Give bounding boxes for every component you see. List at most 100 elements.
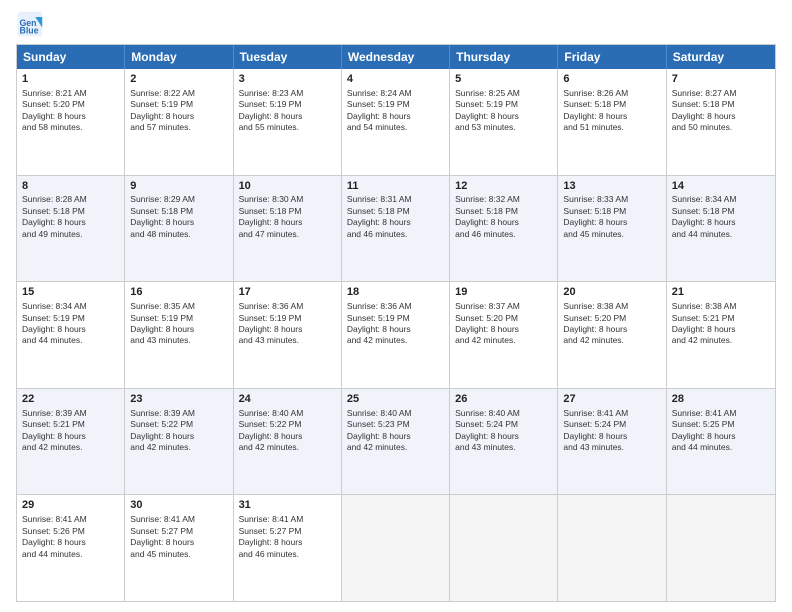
calendar-cell: 29Sunrise: 8:41 AMSunset: 5:26 PMDayligh… [17, 495, 125, 601]
cell-info-line: Sunset: 5:24 PM [455, 419, 552, 430]
cell-info-line: Sunset: 5:19 PM [130, 99, 227, 110]
cell-info-line: Daylight: 8 hours [239, 537, 336, 548]
cell-info-line: and 50 minutes. [672, 122, 770, 133]
cell-info-line: Daylight: 8 hours [130, 537, 227, 548]
cell-info-line: and 47 minutes. [239, 229, 336, 240]
calendar: SundayMondayTuesdayWednesdayThursdayFrid… [16, 44, 776, 602]
day-number: 25 [347, 392, 444, 407]
day-number: 2 [130, 72, 227, 87]
cell-info-line: Sunrise: 8:38 AM [672, 301, 770, 312]
calendar-cell [450, 495, 558, 601]
calendar-row: 15Sunrise: 8:34 AMSunset: 5:19 PMDayligh… [17, 281, 775, 388]
calendar-cell: 10Sunrise: 8:30 AMSunset: 5:18 PMDayligh… [234, 176, 342, 282]
cell-info-line: Sunset: 5:19 PM [347, 313, 444, 324]
cell-info-line: and 44 minutes. [22, 335, 119, 346]
day-number: 5 [455, 72, 552, 87]
cell-info-line: Daylight: 8 hours [347, 217, 444, 228]
day-number: 9 [130, 179, 227, 194]
day-number: 22 [22, 392, 119, 407]
calendar-cell: 20Sunrise: 8:38 AMSunset: 5:20 PMDayligh… [558, 282, 666, 388]
cell-info-line: Daylight: 8 hours [563, 431, 660, 442]
cell-info-line: Sunset: 5:20 PM [563, 313, 660, 324]
cell-info-line: Daylight: 8 hours [347, 324, 444, 335]
cell-info-line: Sunrise: 8:22 AM [130, 88, 227, 99]
cell-info-line: Sunset: 5:23 PM [347, 419, 444, 430]
calendar-cell: 11Sunrise: 8:31 AMSunset: 5:18 PMDayligh… [342, 176, 450, 282]
calendar-cell: 7Sunrise: 8:27 AMSunset: 5:18 PMDaylight… [667, 69, 775, 175]
calendar-cell: 23Sunrise: 8:39 AMSunset: 5:22 PMDayligh… [125, 389, 233, 495]
cell-info-line: Sunrise: 8:34 AM [22, 301, 119, 312]
calendar-cell: 2Sunrise: 8:22 AMSunset: 5:19 PMDaylight… [125, 69, 233, 175]
cell-info-line: Daylight: 8 hours [563, 217, 660, 228]
calendar-header: SundayMondayTuesdayWednesdayThursdayFrid… [17, 45, 775, 69]
day-number: 11 [347, 179, 444, 194]
calendar-cell: 16Sunrise: 8:35 AMSunset: 5:19 PMDayligh… [125, 282, 233, 388]
weekday-header: Wednesday [342, 45, 450, 69]
weekday-header: Thursday [450, 45, 558, 69]
cell-info-line: Sunset: 5:18 PM [672, 99, 770, 110]
day-number: 31 [239, 498, 336, 513]
cell-info-line: Sunset: 5:26 PM [22, 526, 119, 537]
cell-info-line: Daylight: 8 hours [455, 431, 552, 442]
cell-info-line: Sunset: 5:19 PM [239, 99, 336, 110]
cell-info-line: Sunset: 5:27 PM [130, 526, 227, 537]
calendar-cell: 9Sunrise: 8:29 AMSunset: 5:18 PMDaylight… [125, 176, 233, 282]
calendar-cell: 3Sunrise: 8:23 AMSunset: 5:19 PMDaylight… [234, 69, 342, 175]
calendar-cell: 4Sunrise: 8:24 AMSunset: 5:19 PMDaylight… [342, 69, 450, 175]
calendar-cell: 17Sunrise: 8:36 AMSunset: 5:19 PMDayligh… [234, 282, 342, 388]
calendar-cell [558, 495, 666, 601]
cell-info-line: Sunrise: 8:30 AM [239, 194, 336, 205]
day-number: 18 [347, 285, 444, 300]
cell-info-line: Sunset: 5:19 PM [455, 99, 552, 110]
cell-info-line: and 43 minutes. [239, 335, 336, 346]
cell-info-line: Daylight: 8 hours [22, 111, 119, 122]
cell-info-line: and 57 minutes. [130, 122, 227, 133]
page: Gen Blue SundayMondayTuesdayWednesdayThu… [0, 0, 792, 612]
cell-info-line: and 44 minutes. [672, 229, 770, 240]
calendar-cell: 5Sunrise: 8:25 AMSunset: 5:19 PMDaylight… [450, 69, 558, 175]
cell-info-line: and 53 minutes. [455, 122, 552, 133]
calendar-cell: 15Sunrise: 8:34 AMSunset: 5:19 PMDayligh… [17, 282, 125, 388]
calendar-cell: 22Sunrise: 8:39 AMSunset: 5:21 PMDayligh… [17, 389, 125, 495]
cell-info-line: Sunrise: 8:39 AM [130, 408, 227, 419]
day-number: 29 [22, 498, 119, 513]
cell-info-line: Sunset: 5:22 PM [130, 419, 227, 430]
calendar-row: 22Sunrise: 8:39 AMSunset: 5:21 PMDayligh… [17, 388, 775, 495]
weekday-header: Tuesday [234, 45, 342, 69]
cell-info-line: Daylight: 8 hours [130, 431, 227, 442]
cell-info-line: Sunset: 5:19 PM [239, 313, 336, 324]
cell-info-line: Sunrise: 8:36 AM [347, 301, 444, 312]
day-number: 27 [563, 392, 660, 407]
cell-info-line: Sunset: 5:18 PM [239, 206, 336, 217]
cell-info-line: Sunrise: 8:41 AM [22, 514, 119, 525]
cell-info-line: and 44 minutes. [672, 442, 770, 453]
cell-info-line: and 42 minutes. [672, 335, 770, 346]
cell-info-line: Daylight: 8 hours [672, 324, 770, 335]
day-number: 8 [22, 179, 119, 194]
cell-info-line: and 42 minutes. [239, 442, 336, 453]
cell-info-line: Daylight: 8 hours [22, 431, 119, 442]
cell-info-line: Sunset: 5:20 PM [22, 99, 119, 110]
cell-info-line: Sunset: 5:18 PM [455, 206, 552, 217]
cell-info-line: and 43 minutes. [455, 442, 552, 453]
cell-info-line: Daylight: 8 hours [130, 324, 227, 335]
cell-info-line: and 51 minutes. [563, 122, 660, 133]
weekday-header: Monday [125, 45, 233, 69]
day-number: 24 [239, 392, 336, 407]
calendar-cell: 8Sunrise: 8:28 AMSunset: 5:18 PMDaylight… [17, 176, 125, 282]
logo-icon: Gen Blue [16, 10, 44, 38]
calendar-cell [342, 495, 450, 601]
cell-info-line: Sunrise: 8:27 AM [672, 88, 770, 99]
cell-info-line: Daylight: 8 hours [672, 217, 770, 228]
cell-info-line: Daylight: 8 hours [22, 324, 119, 335]
calendar-body: 1Sunrise: 8:21 AMSunset: 5:20 PMDaylight… [17, 69, 775, 601]
cell-info-line: Sunrise: 8:41 AM [672, 408, 770, 419]
calendar-row: 1Sunrise: 8:21 AMSunset: 5:20 PMDaylight… [17, 69, 775, 175]
cell-info-line: Sunset: 5:19 PM [130, 313, 227, 324]
calendar-cell: 31Sunrise: 8:41 AMSunset: 5:27 PMDayligh… [234, 495, 342, 601]
cell-info-line: Sunset: 5:18 PM [672, 206, 770, 217]
cell-info-line: and 43 minutes. [130, 335, 227, 346]
calendar-cell: 26Sunrise: 8:40 AMSunset: 5:24 PMDayligh… [450, 389, 558, 495]
cell-info-line: Sunset: 5:20 PM [455, 313, 552, 324]
cell-info-line: and 42 minutes. [130, 442, 227, 453]
